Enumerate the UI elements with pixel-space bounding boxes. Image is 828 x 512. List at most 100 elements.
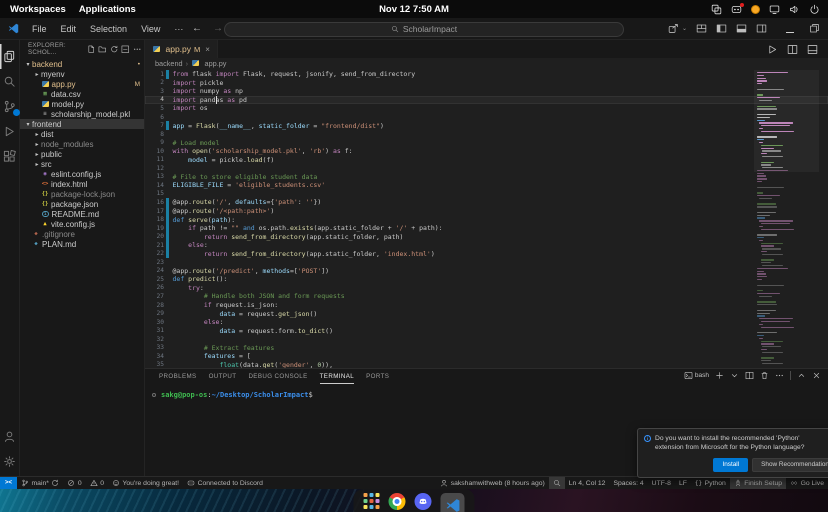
code-line[interactable]: 30 else: [145, 318, 828, 327]
panel-tab-problems[interactable]: PROBLEMS [159, 369, 197, 384]
tree-item-model-py[interactable]: model.py [20, 99, 144, 109]
close-icon[interactable] [812, 371, 821, 380]
tree-item-package-lock-json[interactable]: {}package-lock.json [20, 189, 144, 199]
command-center-search[interactable]: ScholarImpact [224, 22, 624, 37]
tree-item-readme-md[interactable]: iREADME.md [20, 209, 144, 219]
menu-file[interactable]: File [25, 24, 54, 34]
status-indentation[interactable]: Spaces: 4 [609, 477, 647, 489]
new-folder-icon[interactable] [98, 45, 107, 54]
code-line[interactable]: 27 # Handle both JSON and form requests [145, 292, 828, 301]
tree-item-public[interactable]: ▸public [20, 149, 144, 159]
screen-share-icon[interactable] [711, 4, 722, 15]
code-line[interactable]: 2import pickle [145, 79, 828, 88]
status-warnings[interactable]: 0 [86, 477, 108, 489]
menu-selection[interactable]: Selection [83, 24, 134, 34]
code-line[interactable]: 29 data = request.get_json() [145, 309, 828, 318]
code-editor[interactable]: 1from flask import Flask, request, jsoni… [145, 68, 828, 368]
toggle-sidebar-icon[interactable] [716, 23, 727, 34]
code-line[interactable]: 23 [145, 258, 828, 267]
restore-icon[interactable] [809, 23, 820, 34]
code-line[interactable]: 17@app.route('/<path:path>') [145, 207, 828, 216]
refresh-icon[interactable] [110, 45, 119, 54]
collapse-all-icon[interactable] [121, 45, 130, 54]
code-line[interactable]: 32 [145, 335, 828, 344]
nav-forward-button[interactable]: → [213, 23, 223, 34]
code-line[interactable]: 7app = Flask(__name__, static_folder = "… [145, 121, 828, 130]
split-editor-icon[interactable] [787, 44, 798, 55]
ellipsis-icon[interactable] [133, 45, 142, 54]
discord-tray-item[interactable] [731, 4, 742, 15]
close-icon[interactable]: × [205, 45, 210, 54]
status-finish-setup[interactable]: Finish Setup [730, 477, 786, 489]
tree-item-myenv[interactable]: ▸myenv [20, 69, 144, 79]
tree-item-index-html[interactable]: <>index.html [20, 179, 144, 189]
code-line[interactable]: 26 try: [145, 284, 828, 293]
status-cursor-position[interactable]: Ln 4, Col 12 [565, 477, 610, 489]
status-git-branch[interactable]: main* [17, 477, 63, 489]
minimap-slider[interactable] [754, 70, 819, 172]
tree-item-data-csv[interactable]: ▦data.csv [20, 89, 144, 99]
vscode-icon[interactable] [441, 493, 465, 512]
activity-extensions[interactable] [0, 144, 20, 169]
code-line[interactable]: 18def serve(path): [145, 215, 828, 224]
code-line[interactable]: 16@app.route('/', defaults={'path': ''}) [145, 198, 828, 207]
menu-[interactable]: ··· [167, 24, 190, 34]
code-line[interactable]: 1from flask import Flask, request, jsoni… [145, 70, 828, 79]
minimap[interactable] [757, 72, 815, 368]
code-line[interactable]: 3import numpy as np [145, 87, 828, 96]
code-line[interactable]: 33 # Extract features [145, 344, 828, 353]
minimize-button[interactable] [786, 20, 794, 38]
power-icon[interactable] [809, 4, 820, 15]
show-recommendation-button[interactable]: Show Recommendation [752, 458, 828, 472]
tree-item-backend[interactable]: ▾backend• [20, 59, 144, 69]
tree-item-frontend[interactable]: ▾frontend [20, 119, 144, 129]
chevron-down-icon[interactable] [730, 371, 739, 380]
code-line[interactable]: 5import os [145, 104, 828, 113]
panel-tab-debug-console[interactable]: DEBUG CONSOLE [248, 369, 307, 384]
gnome-menu-workspaces[interactable]: Workspaces [10, 4, 66, 15]
activity-account[interactable] [0, 424, 20, 449]
status-errors[interactable]: 0 [63, 477, 85, 489]
tree-item-plan-md[interactable]: ◆PLAN.md [20, 239, 144, 249]
command-decoration-icon[interactable] [152, 393, 156, 397]
tab-app-py[interactable]: app.py M × [145, 40, 218, 58]
breadcrumb-item[interactable]: app.py [205, 59, 227, 68]
display-icon[interactable] [769, 4, 780, 15]
status-motivation[interactable]: You're doing great! [108, 477, 183, 489]
status-language-mode[interactable]: {}Python [691, 477, 730, 489]
activity-source-control[interactable] [0, 94, 20, 119]
code-line[interactable]: 15 [145, 190, 828, 199]
volume-icon[interactable] [789, 4, 800, 15]
status-discord-status[interactable]: Connected to Discord [183, 477, 267, 489]
plus-icon[interactable] [715, 371, 724, 380]
code-line[interactable]: 20 return send_from_directory(app.static… [145, 232, 828, 241]
trash-icon[interactable] [760, 371, 769, 380]
code-line[interactable]: 34 features = [ [145, 352, 828, 361]
tree-item-app-py[interactable]: app.pyM [20, 79, 144, 89]
code-line[interactable]: 6 [145, 113, 828, 122]
gnome-menu-applications[interactable]: Applications [79, 4, 136, 15]
status-magnifier-button[interactable] [549, 477, 565, 489]
code-line[interactable]: 19 if path != "" and os.path.exists(app.… [145, 224, 828, 233]
discord-icon[interactable] [415, 493, 432, 510]
code-line[interactable]: 14ELIGIBLE_FILE = 'eligible_students.csv… [145, 181, 828, 190]
app-grid-icon[interactable] [364, 493, 380, 509]
activity-explorer[interactable] [0, 44, 20, 69]
code-line[interactable]: 9# Load model [145, 138, 828, 147]
tree-item-dist[interactable]: ▸dist [20, 129, 144, 139]
code-line[interactable]: 31 data = request.form.to_dict() [145, 326, 828, 335]
tree-item-src[interactable]: ▸src [20, 159, 144, 169]
install-button[interactable]: Install [713, 458, 748, 472]
tree-item-package-json[interactable]: {}package.json [20, 199, 144, 209]
editor-layout-icon[interactable] [807, 44, 818, 55]
status-git-blame[interactable]: sakshamwithweb (8 hours ago) [436, 477, 549, 489]
code-line[interactable]: 8 [145, 130, 828, 139]
code-line[interactable]: 13# File to store eligible student data [145, 173, 828, 182]
panel-tab-output[interactable]: OUTPUT [209, 369, 237, 384]
app-update-icon[interactable] [751, 5, 760, 14]
ellipsis-icon[interactable] [775, 371, 784, 380]
status-go-live[interactable]: Go Live [786, 477, 828, 489]
chevron-up-icon[interactable] [797, 371, 806, 380]
run-icon[interactable] [767, 44, 778, 55]
code-line[interactable]: 24@app.route('/predict', methods=['POST'… [145, 267, 828, 276]
